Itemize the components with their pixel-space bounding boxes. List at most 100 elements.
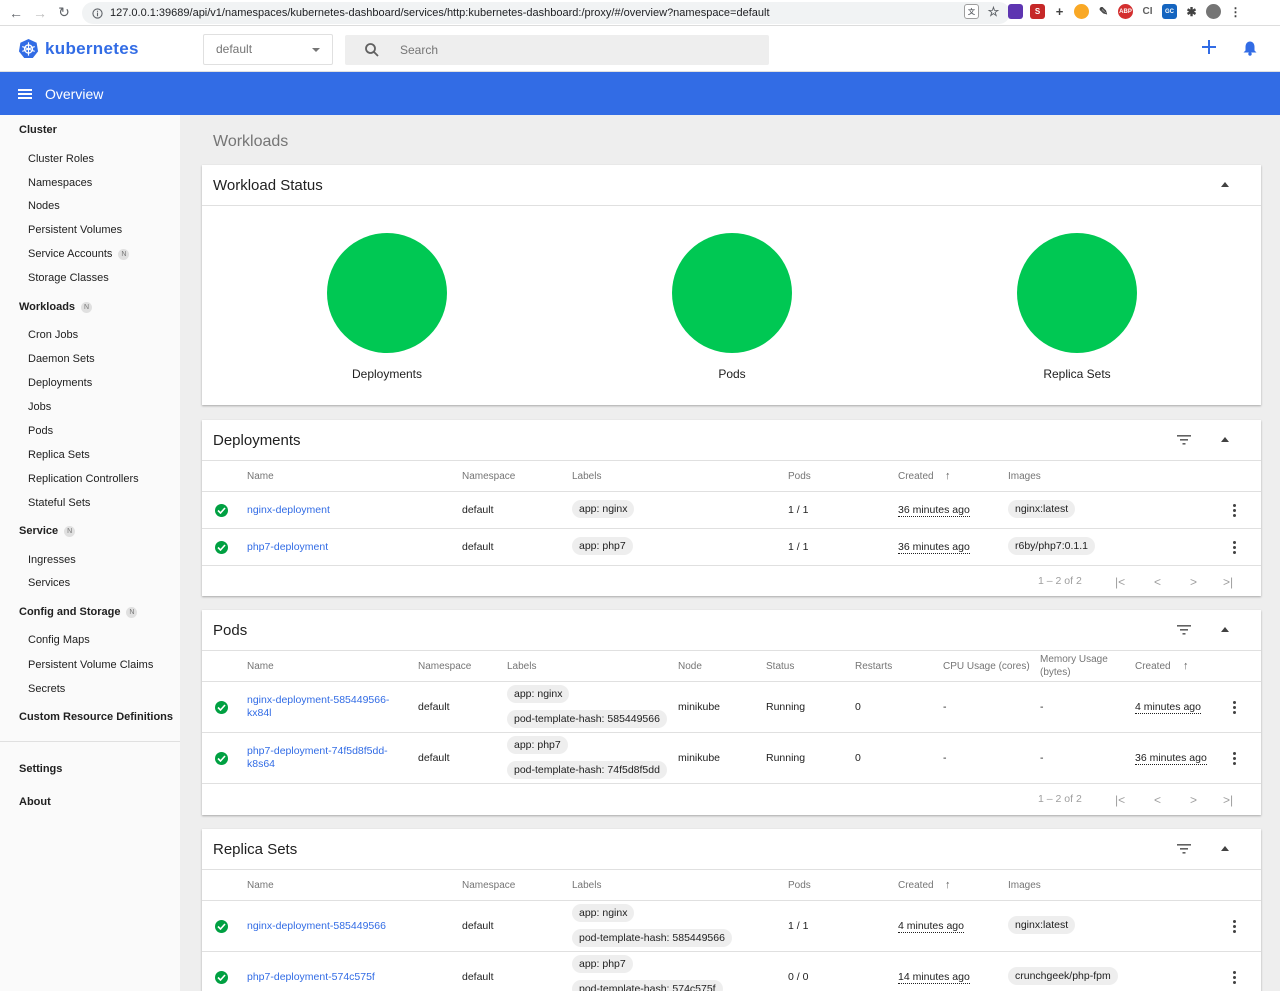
sidebar-item-persistent-volume-claims[interactable]: Persistent Volume Claims: [28, 659, 153, 671]
table-row: nginx-deployment-585449566- kx84l defaul…: [202, 682, 1261, 733]
reload-icon[interactable]: ↻: [52, 0, 76, 26]
column-header[interactable]: Created: [898, 471, 934, 482]
column-header[interactable]: Created: [898, 880, 934, 891]
column-header[interactable]: Name: [247, 880, 274, 891]
column-header[interactable]: Name: [247, 661, 274, 672]
deployments-status-chart[interactable]: [327, 233, 447, 353]
sidebar-item-stateful-sets[interactable]: Stateful Sets: [28, 497, 90, 509]
back-icon[interactable]: ←: [4, 0, 28, 26]
column-header[interactable]: Namespace: [462, 471, 515, 482]
sidebar-item-deployments[interactable]: Deployments: [28, 377, 92, 389]
create-button[interactable]: [1202, 40, 1216, 54]
more-vert-icon[interactable]: [1233, 504, 1236, 519]
sidebar-item-ingresses[interactable]: Ingresses: [28, 554, 76, 566]
collapse-icon[interactable]: [1221, 437, 1229, 442]
extension-blue-icon[interactable]: GC: [1162, 4, 1177, 19]
sidebar-section-cluster[interactable]: Cluster: [19, 124, 57, 136]
next-page-icon[interactable]: >: [1190, 575, 1197, 589]
column-header[interactable]: Name: [247, 471, 274, 482]
sort-arrow-up-icon[interactable]: ↑: [1183, 660, 1189, 672]
collapse-icon[interactable]: [1221, 627, 1229, 632]
pod-name-link[interactable]: nginx-deployment-585449566-: [247, 694, 389, 706]
extension-pen-icon[interactable]: ✎: [1096, 4, 1111, 19]
filter-icon[interactable]: [1177, 844, 1191, 854]
star-icon[interactable]: ☆: [986, 4, 1001, 19]
column-header[interactable]: Namespace: [462, 880, 515, 891]
extension-orange-icon[interactable]: [1074, 4, 1089, 19]
deployment-name-link[interactable]: php7-deployment: [247, 541, 328, 553]
extension-ci-icon[interactable]: CI: [1140, 4, 1155, 19]
prev-page-icon[interactable]: <: [1154, 575, 1161, 589]
sort-arrow-up-icon[interactable]: ↑: [945, 879, 951, 891]
sidebar-item-jobs[interactable]: Jobs: [28, 401, 51, 413]
menu-icon[interactable]: [18, 87, 32, 101]
kubernetes-logo[interactable]: kubernetes: [18, 38, 139, 59]
sidebar-item-settings[interactable]: Settings: [19, 763, 62, 775]
sidebar-item-replication-controllers[interactable]: Replication Controllers: [28, 473, 139, 485]
last-page-icon[interactable]: >|: [1223, 575, 1233, 589]
address-bar[interactable]: 127.0.0.1:39689/api/v1/namespaces/kubern…: [82, 2, 1010, 24]
more-vert-icon[interactable]: [1233, 752, 1236, 767]
last-page-icon[interactable]: >|: [1223, 793, 1233, 807]
sidebar-item-secrets[interactable]: Secrets: [28, 683, 65, 695]
sidebar-item-persistent-volumes[interactable]: Persistent Volumes: [28, 224, 122, 236]
sidebar-item-crd[interactable]: Custom Resource Definitions: [19, 711, 173, 723]
browser-menu-icon[interactable]: ⋮: [1228, 4, 1243, 19]
deployment-name-link[interactable]: nginx-deployment: [247, 504, 330, 516]
pod-name-link[interactable]: k8s64: [247, 758, 275, 770]
sidebar-item-daemon-sets[interactable]: Daemon Sets: [28, 353, 95, 365]
replica-set-name-link[interactable]: nginx-deployment-585449566: [247, 920, 386, 932]
first-page-icon[interactable]: |<: [1115, 575, 1125, 589]
profile-avatar-icon[interactable]: [1206, 4, 1221, 19]
pod-name-link[interactable]: php7-deployment-74f5d8f5dd-: [247, 745, 388, 757]
sidebar-item-label: Namespaces: [28, 177, 93, 189]
filter-icon[interactable]: [1177, 625, 1191, 635]
more-vert-icon[interactable]: [1233, 541, 1236, 556]
more-vert-icon[interactable]: [1233, 971, 1236, 986]
column-header[interactable]: Created: [1135, 661, 1171, 672]
sidebar-item-storage-classes[interactable]: Storage Classes: [28, 272, 109, 284]
more-vert-icon[interactable]: [1233, 701, 1236, 716]
prev-page-icon[interactable]: <: [1154, 793, 1161, 807]
collapse-icon[interactable]: [1221, 182, 1229, 187]
sidebar-item-pods[interactable]: Pods: [28, 425, 53, 437]
notifications-bell-icon[interactable]: [1243, 41, 1257, 56]
first-page-icon[interactable]: |<: [1115, 793, 1125, 807]
column-header[interactable]: Namespace: [418, 661, 471, 672]
sidebar-item-services[interactable]: Services: [28, 577, 70, 589]
sidebar-item-about[interactable]: About: [19, 796, 51, 808]
sidebar-item-cluster-roles[interactable]: Cluster Roles: [28, 153, 94, 165]
adblock-icon[interactable]: ABP: [1118, 4, 1133, 19]
more-vert-icon[interactable]: [1233, 920, 1236, 935]
sidebar-item-nodes[interactable]: Nodes: [28, 200, 60, 212]
extension-red-icon[interactable]: S: [1030, 4, 1045, 19]
translate-icon[interactable]: 文: [964, 4, 979, 19]
pod-name-link[interactable]: kx84l: [247, 707, 272, 719]
sidebar-item-service-accounts[interactable]: Service Accounts N: [28, 248, 130, 260]
sidebar-section-service[interactable]: Service N: [19, 525, 76, 537]
search-box[interactable]: [345, 35, 769, 65]
sidebar-section-workloads[interactable]: Workloads N: [19, 301, 93, 313]
sidebar-item-replica-sets[interactable]: Replica Sets: [28, 449, 90, 461]
sidebar-item-namespaces[interactable]: Namespaces: [28, 177, 92, 189]
filter-icon[interactable]: [1177, 435, 1191, 445]
sidebar-item-config-maps[interactable]: Config Maps: [28, 634, 90, 646]
info-icon[interactable]: [92, 7, 103, 19]
sort-arrow-up-icon[interactable]: ↑: [945, 470, 951, 482]
cpu-cell: -: [943, 752, 947, 764]
next-page-icon[interactable]: >: [1190, 793, 1197, 807]
extension-cross-icon[interactable]: +: [1052, 4, 1067, 19]
sidebar-section-config-storage[interactable]: Config and Storage N: [19, 606, 138, 618]
namespace-select[interactable]: default: [203, 34, 333, 65]
search-input[interactable]: [400, 41, 760, 59]
sidebar-item-cron-jobs[interactable]: Cron Jobs: [28, 329, 78, 341]
forward-icon[interactable]: →: [28, 0, 52, 26]
replica-set-name-link[interactable]: php7-deployment-574c575f: [247, 971, 375, 983]
puzzle-icon[interactable]: ✱: [1184, 4, 1199, 19]
collapse-icon[interactable]: [1221, 846, 1229, 851]
column-header: Images: [1008, 471, 1041, 482]
sidebar-section-label: Settings: [19, 763, 63, 775]
extension-purple-icon[interactable]: [1008, 4, 1023, 19]
pods-status-chart[interactable]: [672, 233, 792, 353]
replica-sets-status-chart[interactable]: [1017, 233, 1137, 353]
